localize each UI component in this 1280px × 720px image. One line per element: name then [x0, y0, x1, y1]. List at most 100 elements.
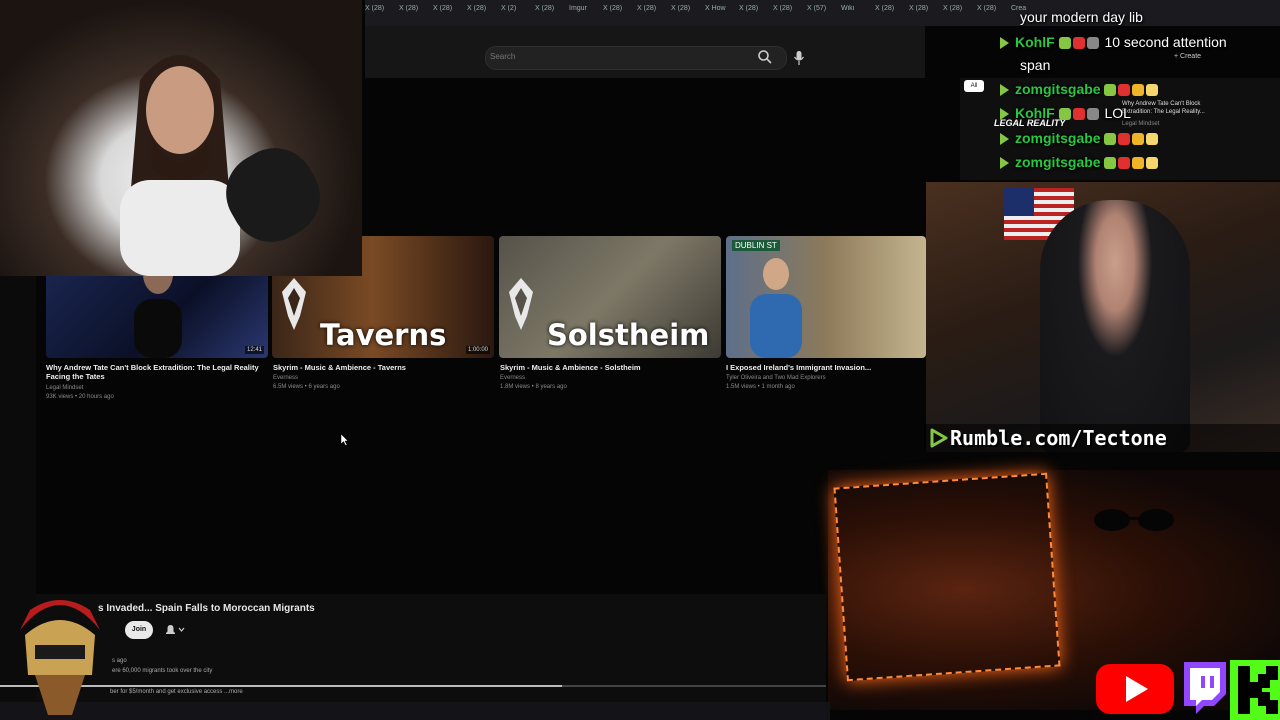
video-duration: 1:00:00: [465, 346, 490, 354]
rumble-icon: [1000, 84, 1009, 97]
video-title[interactable]: Skyrim - Music & Ambience - Solstheim: [500, 363, 722, 372]
browser-tab[interactable]: X (2): [501, 5, 529, 12]
chat-message: zomgitsgabe: [1000, 130, 1160, 146]
chat-message: zomgitsgabe: [1000, 154, 1160, 170]
chat-badge-icon: [1118, 133, 1131, 146]
chat-badge-icon: [1086, 37, 1099, 50]
browser-tab[interactable]: X (28): [739, 5, 767, 12]
browser-tab[interactable]: X (28): [977, 5, 1005, 12]
description-line: ere 60,000 migrants took over the city: [112, 668, 213, 674]
video-channel[interactable]: Tyler Oliveira and Two Mad Explorers: [726, 374, 826, 383]
chat-badge-icon: [1104, 133, 1117, 146]
mic-icon[interactable]: [792, 50, 806, 66]
chat-text: span: [1020, 57, 1051, 73]
cursor-icon: [340, 434, 348, 446]
spartan-mascot-logo: [20, 600, 100, 715]
rumble-url: Rumble.com/Tectone: [950, 426, 1167, 450]
browser-tabs: X (28) X (28) X (28) X (28) X (2) X (28)…: [365, 5, 1039, 12]
kick-icon: [1230, 660, 1280, 720]
chat-badge-icon: [1072, 108, 1085, 121]
chat-message: KohlF LOL: [1000, 105, 1131, 121]
browser-tab[interactable]: X (28): [671, 5, 699, 12]
chat-badge-icon: [1132, 84, 1145, 97]
browser-tab[interactable]: X (28): [535, 5, 563, 12]
preview-channel[interactable]: Legal Mindset: [1122, 121, 1159, 127]
chat-message: your modern day lib: [1020, 9, 1143, 25]
chat-text: LOL: [1104, 105, 1131, 121]
chat-badge-icon: [1058, 37, 1071, 50]
thumbnail-text: Solstheim: [547, 318, 710, 352]
browser-tab[interactable]: X (28): [467, 5, 495, 12]
chat-badge-icon: [1058, 108, 1071, 121]
rumble-icon: [930, 428, 948, 448]
chat-username: zomgitsgabe: [1015, 154, 1101, 170]
chat-badge-icon: [1086, 108, 1099, 121]
chat-badge-icon: [1104, 84, 1117, 97]
chat-badge-icon: [1118, 84, 1131, 97]
browser-tab[interactable]: X (28): [909, 5, 937, 12]
video-title[interactable]: Why Andrew Tate Can't Block Extradition:…: [46, 363, 268, 381]
sunglasses: [1094, 509, 1174, 531]
chat-username: zomgitsgabe: [1015, 81, 1101, 97]
browser-tab[interactable]: X (57): [807, 5, 835, 12]
chat-text: your modern day lib: [1020, 9, 1143, 25]
browser-tab[interactable]: X (28): [943, 5, 971, 12]
video-channel[interactable]: Everness: [500, 374, 525, 383]
person-silhouette: [750, 258, 802, 358]
chat-badge-icon: [1118, 157, 1131, 170]
current-video-title: s Invaded... Spain Falls to Moroccan Mig…: [98, 603, 315, 614]
chat-message: zomgitsgabe: [1000, 81, 1160, 97]
browser-tab[interactable]: Imgur: [569, 5, 597, 12]
browser-tab[interactable]: X How: [705, 5, 733, 12]
chat-badge-icon: [1132, 157, 1145, 170]
skyrim-logo-icon: [509, 278, 533, 330]
create-button[interactable]: + Create: [1174, 53, 1201, 60]
search-placeholder: Search: [490, 52, 516, 61]
rumble-icon: [1000, 108, 1009, 121]
video-title[interactable]: Skyrim - Music & Ambience - Taverns: [273, 363, 495, 372]
search-input[interactable]: [485, 46, 787, 70]
thumbnail-text: Taverns: [320, 318, 447, 352]
streamer-figure: [120, 55, 240, 276]
string-lights-frame: [833, 472, 1061, 682]
chat-badge-icon: [1146, 133, 1159, 146]
chat-badge-icon: [1146, 157, 1159, 170]
browser-tab[interactable]: X (28): [365, 5, 393, 12]
browser-tab[interactable]: Wiki: [841, 5, 869, 12]
taskbar: [0, 702, 830, 720]
chat-username: KohlF: [1015, 105, 1055, 121]
chat-badge-icon: [1146, 84, 1159, 97]
browser-tab[interactable]: X (28): [603, 5, 631, 12]
rumble-icon: [1000, 133, 1009, 146]
bell-icon[interactable]: [163, 623, 185, 637]
chat-badge-icon: [1132, 133, 1145, 146]
browser-tab[interactable]: X (28): [433, 5, 461, 12]
video-meta: 1.8M views • 8 years ago: [500, 384, 567, 390]
filter-chip-all[interactable]: All: [964, 80, 984, 92]
video-thumbnail[interactable]: DUBLIN ST: [726, 236, 926, 358]
video-title[interactable]: I Exposed Ireland's Immigrant Invasion..…: [726, 363, 926, 372]
chat-username: KohlF: [1015, 34, 1055, 50]
video-meta: 93K views • 20 hours ago: [46, 394, 114, 400]
flag-canton: [1004, 188, 1034, 216]
browser-tab[interactable]: X (28): [773, 5, 801, 12]
browser-tab[interactable]: X (28): [399, 5, 427, 12]
video-channel[interactable]: Legal Mindset: [46, 384, 83, 393]
video-meta: 1.5M views • 1 month ago: [726, 384, 795, 390]
video-thumbnail[interactable]: Solstheim: [499, 236, 721, 358]
browser-tab[interactable]: X (28): [637, 5, 665, 12]
chat-message: KohlF 10 second attention: [1000, 34, 1227, 50]
chat-badge-icon: [1104, 157, 1117, 170]
chat-username: zomgitsgabe: [1015, 130, 1101, 146]
chat-text: 10 second attention: [1104, 34, 1227, 50]
rumble-icon: [1000, 157, 1009, 170]
chat-message: span: [1020, 57, 1050, 73]
join-button[interactable]: Join: [125, 621, 153, 639]
video-channel[interactable]: Everness: [273, 374, 298, 383]
preview-title[interactable]: Why Andrew Tate Can't Block Extradition:…: [1122, 100, 1232, 116]
streamer-webcam: [0, 0, 362, 276]
browser-tab[interactable]: X (28): [875, 5, 903, 12]
search-icon[interactable]: [756, 48, 774, 66]
twitch-icon: [1184, 662, 1226, 714]
youtube-icon: [1096, 664, 1174, 714]
